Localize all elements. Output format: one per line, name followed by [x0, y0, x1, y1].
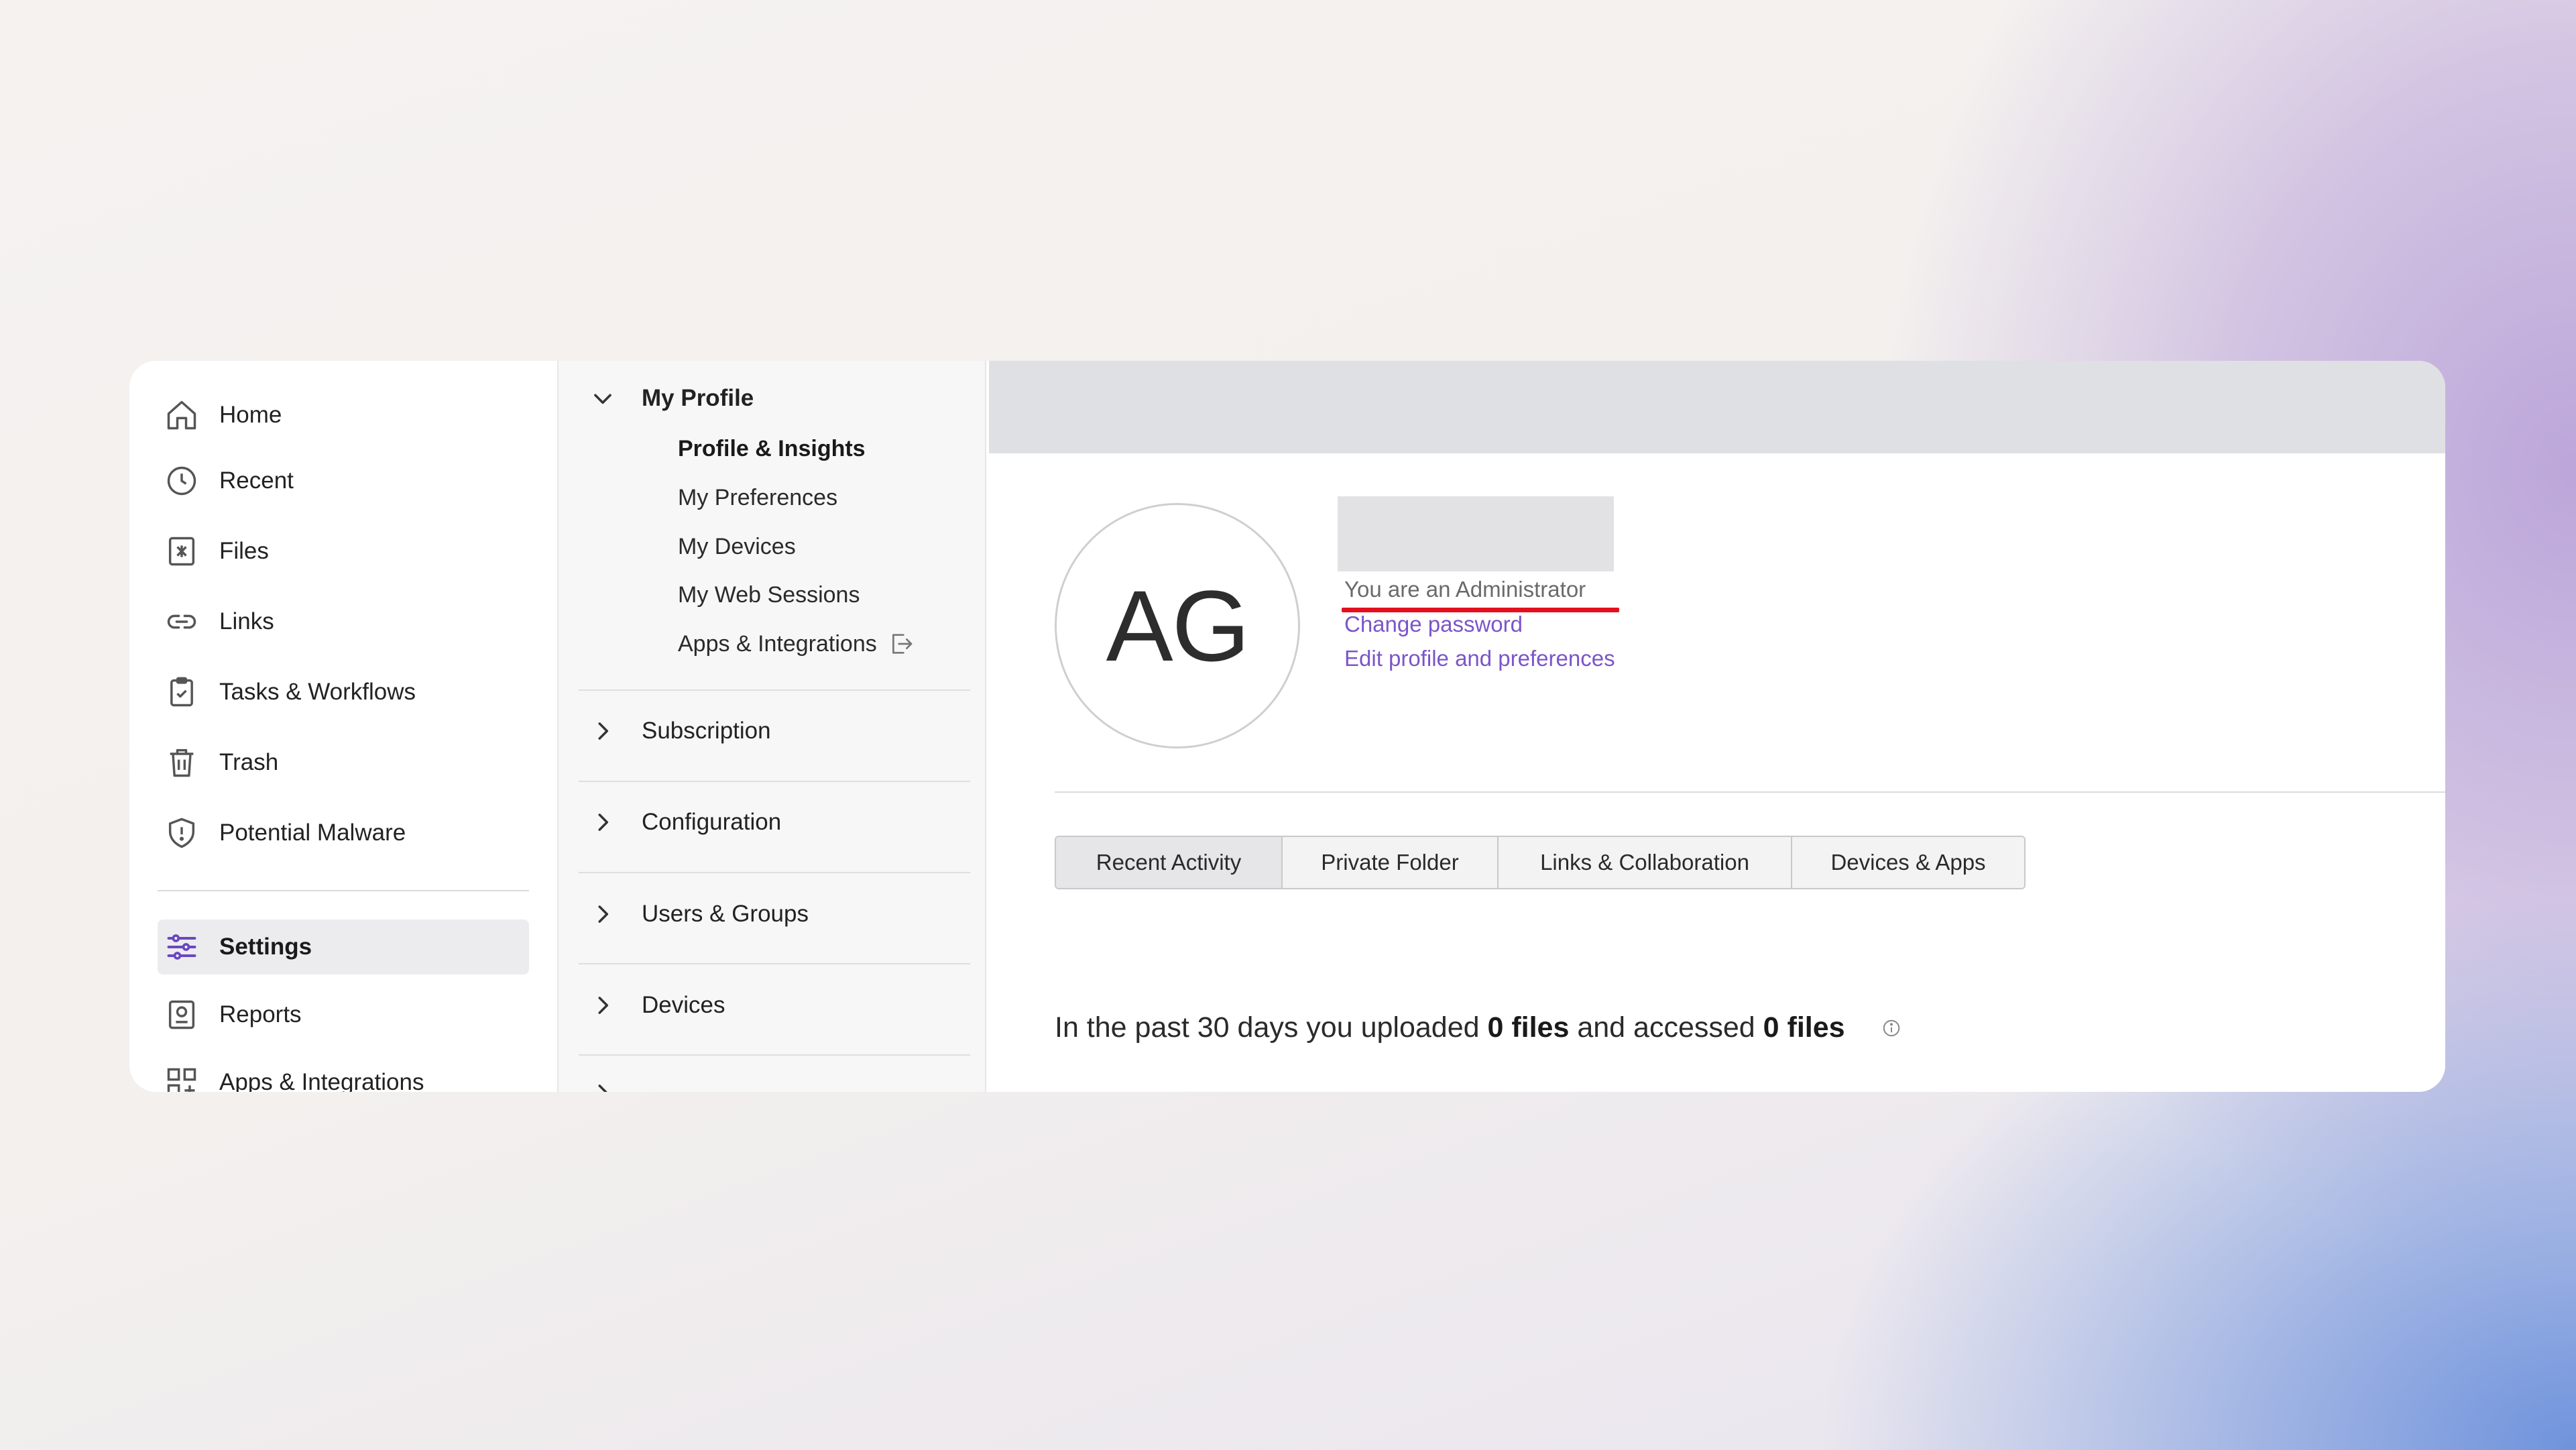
nav-label: Reports [219, 1001, 302, 1027]
nav-item-apps-integrations[interactable]: Apps & Integrations [158, 1055, 529, 1092]
nav-item-potential-malware[interactable]: Potential Malware [158, 805, 529, 860]
subnav-item-my-preferences[interactable]: My Preferences [678, 485, 837, 511]
divider [579, 689, 970, 691]
edit-profile-link[interactable]: Edit profile and preferences [1344, 646, 1615, 671]
chevron-right-icon [588, 1078, 618, 1092]
chevron-right-icon [588, 807, 618, 837]
chevron-right-icon [588, 991, 618, 1020]
role-text: You are an Administrator [1344, 577, 1586, 602]
section-label: Devices [642, 992, 725, 1018]
section-subscription[interactable]: Subscription [588, 716, 771, 746]
sliders-icon [163, 928, 200, 966]
clock-icon [163, 462, 200, 500]
nav-label: Trash [219, 749, 279, 775]
tab-devices-apps[interactable]: Devices & Apps [1792, 837, 2024, 888]
nav-item-settings[interactable]: Settings [158, 919, 529, 974]
subnav-label: Apps & Integrations [678, 630, 877, 657]
section-label: Users & Groups [642, 901, 809, 927]
nav-label: Apps & Integrations [219, 1069, 424, 1092]
subnav-item-my-web-sessions[interactable]: My Web Sessions [678, 582, 860, 608]
main-content: AG You are an Administrator Change passw… [989, 361, 2445, 1092]
section-my-profile[interactable]: My Profile [588, 384, 754, 413]
change-password-link[interactable]: Change password [1344, 612, 1523, 637]
divider [579, 963, 970, 964]
nav-label: Tasks & Workflows [219, 679, 416, 705]
avatar-initials: AG [1106, 569, 1250, 682]
settings-nav: My Profile Profile & Insights My Prefere… [559, 361, 986, 1092]
chevron-right-icon [588, 716, 618, 746]
uploaded-count: 0 files [1487, 1011, 1570, 1044]
nav-label: Potential Malware [219, 820, 406, 846]
profile-tabs: Recent Activity Private Folder Links & C… [1055, 836, 2026, 889]
app-window: Home Recent Files Links Tasks & Workflow… [129, 361, 2445, 1092]
shield-alert-icon [163, 814, 200, 852]
subnav-item-profile-insights[interactable]: Profile & Insights [678, 436, 866, 462]
nav-label: Settings [219, 934, 312, 960]
chevron-down-icon [588, 384, 618, 413]
section-label: Configuration [642, 809, 782, 835]
tab-private-folder[interactable]: Private Folder [1283, 837, 1499, 888]
divider [1055, 791, 2445, 793]
nav-item-home[interactable]: Home [158, 388, 529, 443]
tab-recent-activity[interactable]: Recent Activity [1056, 837, 1283, 888]
nav-item-files[interactable]: Files [158, 524, 529, 579]
activity-summary: In the past 30 days you uploaded 0 files… [1055, 1011, 1901, 1044]
section-users-groups[interactable]: Users & Groups [588, 899, 809, 929]
nav-item-tasks[interactable]: Tasks & Workflows [158, 665, 529, 720]
nav-label: Recent [219, 467, 294, 494]
section-next[interactable] [588, 1078, 618, 1092]
nav-item-trash[interactable]: Trash [158, 735, 529, 790]
report-icon [163, 996, 200, 1034]
section-label: Subscription [642, 718, 771, 744]
section-label: My Profile [642, 385, 754, 411]
info-icon[interactable] [1863, 1018, 1901, 1038]
nav-item-reports[interactable]: Reports [158, 987, 529, 1042]
nav-item-links[interactable]: Links [158, 594, 529, 649]
summary-prefix: In the past 30 days you uploaded [1055, 1011, 1488, 1044]
summary-middle: and accessed [1569, 1011, 1763, 1044]
chevron-right-icon [588, 899, 618, 929]
section-devices[interactable]: Devices [588, 991, 725, 1020]
profile-banner [989, 361, 2445, 453]
nav-item-recent[interactable]: Recent [158, 453, 529, 508]
clipboard-check-icon [163, 673, 200, 711]
nav-divider [158, 890, 529, 891]
divider [579, 872, 970, 873]
left-nav: Home Recent Files Links Tasks & Workflow… [129, 361, 559, 1092]
avatar: AG [1055, 503, 1300, 748]
link-icon [163, 603, 200, 640]
apps-icon [163, 1064, 200, 1092]
section-configuration[interactable]: Configuration [588, 807, 781, 837]
user-name-placeholder [1338, 496, 1614, 571]
nav-label: Home [219, 402, 282, 428]
accessed-count: 0 files [1763, 1011, 1845, 1044]
tab-links-collaboration[interactable]: Links & Collaboration [1499, 837, 1792, 888]
subnav-item-apps-integrations[interactable]: Apps & Integrations [678, 630, 915, 657]
home-icon [163, 396, 200, 434]
subnav-item-my-devices[interactable]: My Devices [678, 534, 796, 560]
nav-label: Files [219, 538, 269, 564]
trash-icon [163, 744, 200, 781]
divider [579, 1054, 970, 1056]
files-icon [163, 533, 200, 570]
nav-label: Links [219, 608, 274, 634]
divider [579, 781, 970, 782]
external-link-icon [888, 630, 915, 657]
